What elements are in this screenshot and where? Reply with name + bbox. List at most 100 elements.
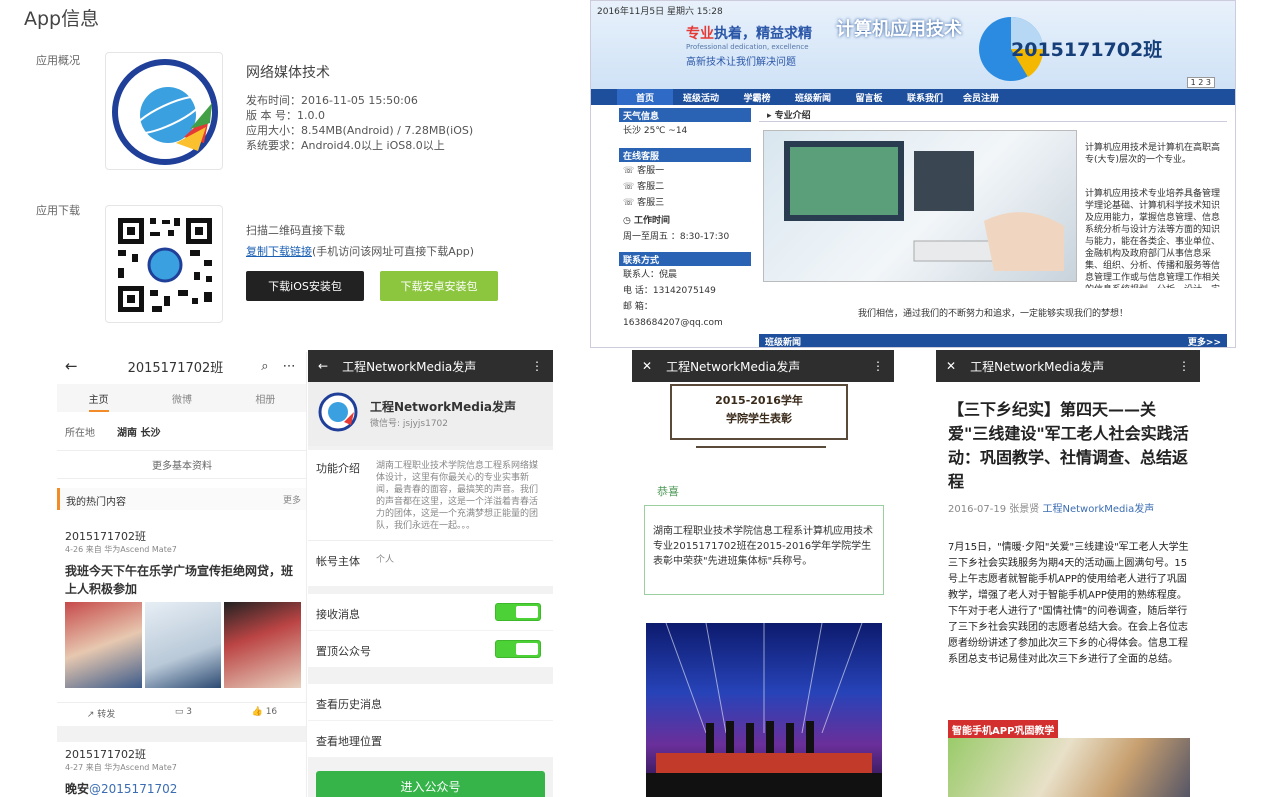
post-image[interactable] [144, 602, 222, 688]
search-icon[interactable]: ⌕ [261, 359, 268, 374]
more-link[interactable]: 更多>> [1188, 335, 1221, 347]
work-hours: 周一至周五 ：8:30-17:30 [623, 232, 730, 242]
copy-download-link[interactable]: 复制下载链接 [246, 245, 312, 258]
nav-news[interactable]: 班级新闻 [785, 89, 841, 105]
nav-home[interactable]: 首页 [617, 89, 673, 105]
contact-phone: 电 话：13142075149 [623, 286, 716, 296]
tab-home[interactable]: 主页 [88, 384, 109, 412]
post-divider [57, 726, 306, 742]
article2-bar-title: 工程NetworkMedia发声 [970, 359, 1105, 374]
nav-register[interactable]: 会员注册 [953, 89, 1009, 105]
post1-images[interactable] [65, 602, 302, 688]
pin-label: 置顶公众号 [316, 645, 371, 658]
wechat-topbar: ← 工程NetworkMedia发声 ⋮ [308, 350, 553, 382]
tab-weibo[interactable]: 微博 [172, 384, 192, 412]
article1-topbar: ✕ 工程NetworkMedia发声 ⋮ [632, 350, 894, 382]
page-title: App信息 [24, 8, 100, 30]
major-intro-long: 计算机应用技术专业培养具备管理学理论基础、计算机科学技术知识及应用能力，掌握信息… [1085, 189, 1221, 288]
post2-user[interactable]: 2015171702班 [65, 746, 146, 762]
location-row: 所在地 湖南 长沙 [65, 428, 161, 439]
wechat-profile-panel: ← 工程NetworkMedia发声 ⋮ 工程NetworkMedia发声 微信… [308, 350, 553, 797]
post1-user[interactable]: 2015171702班 [65, 528, 146, 544]
pin-row: 置顶公众号 [308, 631, 553, 667]
close-icon[interactable]: ✕ [946, 359, 956, 373]
weibo-header: ← 2015171702班 ⌕ ⋯ [57, 352, 306, 380]
service-head: 在线客服 [619, 148, 751, 162]
post-image[interactable] [65, 602, 142, 688]
history-row[interactable]: 查看历史消息 [308, 684, 553, 720]
app-name: 网络媒体技术 [246, 65, 330, 81]
enter-account-button[interactable]: 进入公众号 [316, 771, 545, 797]
location-row[interactable]: 查看地理位置 [308, 721, 553, 757]
weibo-title: 2015171702班 [127, 360, 224, 376]
profile-header: 工程NetworkMedia发声 微信号: jsjyjs1702 [308, 382, 553, 446]
post1-meta: 4-26 来自 华为Ascend Mate7 [65, 545, 177, 554]
nav-messages[interactable]: 留言板 [841, 89, 897, 105]
history-label: 查看历史消息 [316, 698, 382, 711]
intro-text: 湖南工程职业技术学院信息工程系网络媒体设计，这里有你最关心的专业实事新闻，最青春… [376, 461, 539, 531]
more-icon[interactable]: ⋯ [283, 359, 296, 374]
like-button[interactable]: 👍 16 [252, 707, 278, 720]
download-android-button[interactable]: 下载安卓安装包 [380, 271, 498, 301]
download-ios-button[interactable]: 下载iOS安装包 [246, 271, 364, 301]
service-3[interactable]: ☏ 客服三 [619, 196, 751, 212]
more-vert-icon[interactable]: ⋮ [872, 359, 884, 373]
article-meta: 2016-07-19 张景贤 工程NetworkMedia发声 [948, 500, 1154, 515]
frame-line1: 2015-2016学年 [715, 394, 803, 407]
banner-pager[interactable]: 1 2 3 [1186, 77, 1215, 88]
nav-ranking[interactable]: 学霸榜 [729, 89, 785, 105]
owner-row: 帐号主体 个人 [308, 540, 553, 576]
section-label: 智能手机APP巩固教学 [948, 720, 1059, 739]
repost-button[interactable]: ↗ 转发 [87, 707, 115, 720]
work-head: ◷ 工作时间 [623, 216, 671, 226]
more-vert-icon[interactable]: ⋮ [531, 359, 543, 373]
owner-value: 个人 [376, 555, 395, 565]
account-id: 微信号: jsjyjs1702 [370, 419, 449, 429]
contact-mail: 邮 箱： [623, 302, 653, 312]
site-nav: 首页 班级活动 学霸榜 班级新闻 留言板 联系我们 会员注册 [591, 89, 1235, 105]
award-frame: 2015-2016学年 学院学生表彰 [670, 384, 848, 440]
close-icon[interactable]: ✕ [642, 359, 652, 373]
weather-head: 天气信息 [619, 108, 751, 122]
weibo-tabs: 主页 微博 相册 [57, 384, 306, 412]
more-vert-icon[interactable]: ⋮ [1178, 359, 1190, 373]
slogan-english: Professional dedication, excellence [686, 43, 809, 51]
bullet-icon: ▸ [767, 111, 772, 121]
award-notice: 湖南工程职业技术学院信息工程系计算机应用技术专业2015171702班在2015… [644, 505, 884, 595]
back-arrow-icon[interactable]: ← [318, 359, 328, 373]
article-body: 7月15日，"情暖·夕阳"关爱"三线建设"军工老人大学生三下乡社会实践服务为期4… [948, 542, 1189, 665]
post-image[interactable] [224, 602, 302, 688]
more-info-link[interactable]: 更多基本资料 [57, 450, 306, 479]
post1-actions: ↗ 转发 ▭ 3 👍 16 [57, 702, 306, 720]
service-1[interactable]: ☏ 客服一 [619, 162, 751, 180]
pin-toggle[interactable] [495, 640, 541, 658]
location-label: 查看地理位置 [316, 735, 382, 748]
nav-activities[interactable]: 班级活动 [673, 89, 729, 105]
copy-hint: (手机访问该网址可直接下载App) [312, 245, 475, 258]
motto: 我们相信，通过我们的不断努力和追求，一定能够实现我们的梦想！ [857, 309, 1128, 319]
class-news-bar: 班级新闻 更多>> [759, 334, 1227, 347]
site-date: 2016年11月5日 星期六 15:28 [597, 7, 723, 17]
post2-mention[interactable]: @2015171702 [89, 782, 177, 796]
back-arrow-icon[interactable]: ← [65, 357, 78, 375]
receive-toggle[interactable] [495, 603, 541, 621]
article-source-link[interactable]: 工程NetworkMedia发声 [1042, 504, 1154, 515]
topbar-title: 工程NetworkMedia发声 [342, 359, 477, 374]
major-intro-short: 计算机应用技术是计算机在高职高专(大专)层次的一个专业。 [1085, 143, 1221, 165]
release-time: 发布时间：2016-11-05 15:50:06 [246, 94, 418, 107]
site-sidebar: 天气信息 长沙 25℃ ~14 在线客服 ☏ 客服一 ☏ 客服二 ☏ 客服三 ◷… [619, 108, 751, 347]
office-photo [763, 130, 1077, 282]
congrats-label: 恭喜 [657, 485, 679, 498]
tab-album[interactable]: 相册 [255, 384, 275, 412]
nav-contact[interactable]: 联系我们 [897, 89, 953, 105]
main-head: ▸ 专业介绍 [759, 108, 1227, 122]
site-slogan: 专业执着，精益求精 [686, 23, 812, 43]
site-title: 计算机应用技术 [836, 19, 962, 40]
article1-bar-title: 工程NetworkMedia发声 [666, 359, 801, 374]
article-date: 2016-07-19 张景贤 [948, 504, 1043, 515]
comment-button[interactable]: ▭ 3 [175, 707, 192, 720]
service-2[interactable]: ☏ 客服二 [619, 180, 751, 196]
account-avatar [318, 392, 358, 432]
article-title: 【三下乡纪实】第四天——关爱"三线建设"军工老人社会实践活动：巩固教学、社情调查… [948, 400, 1189, 491]
hot-content[interactable]: 我的热门内容 更多 [57, 488, 306, 510]
